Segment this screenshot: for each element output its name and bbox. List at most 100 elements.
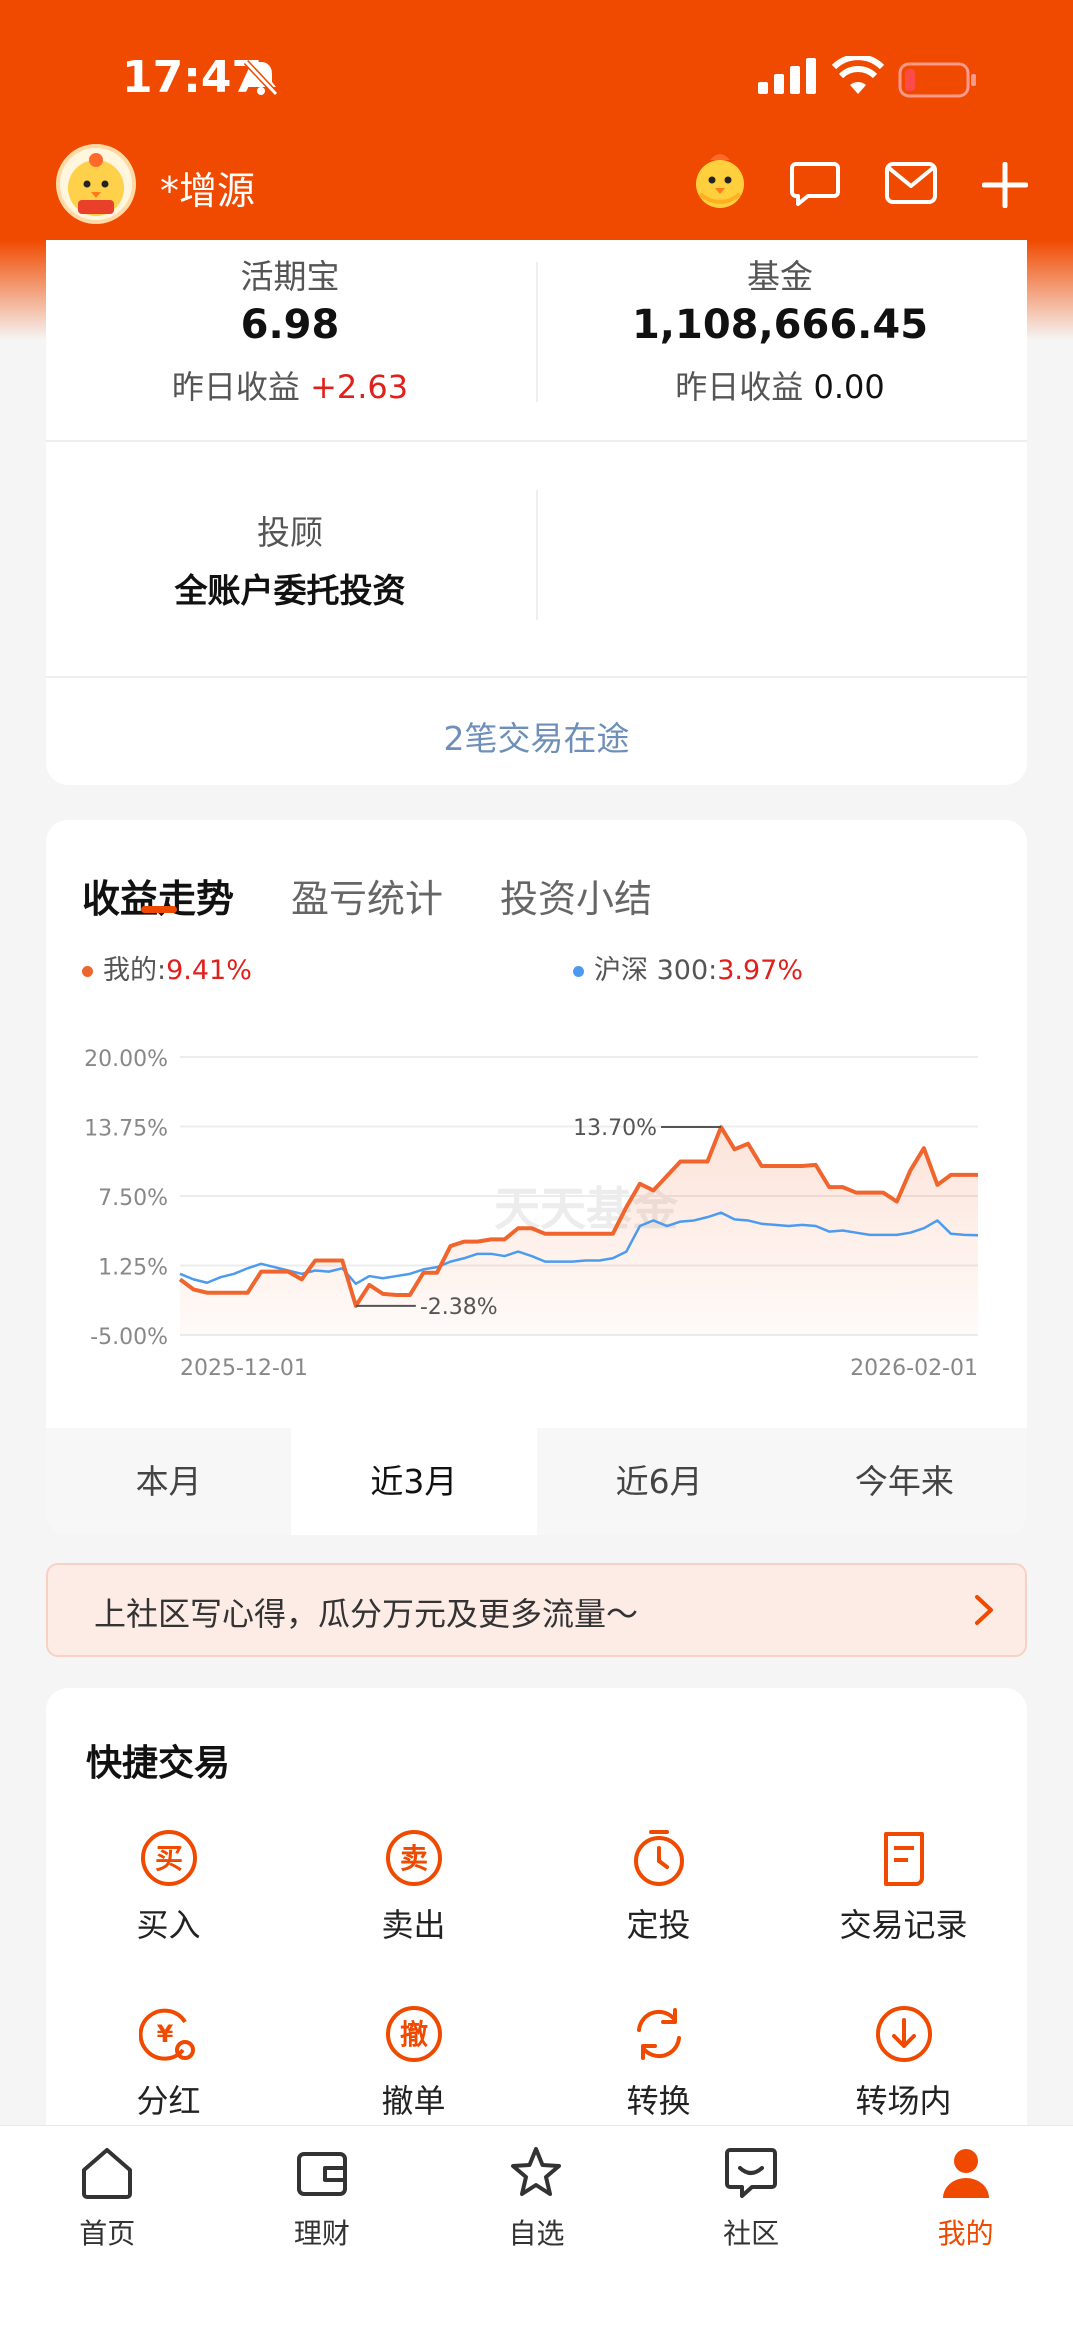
y-tick-label: 7.50%: [98, 1186, 168, 1211]
arrow-down-circle-icon: [875, 2006, 932, 2062]
y-tick-label: 13.75%: [84, 1117, 168, 1142]
range-ytd[interactable]: 今年来: [782, 1428, 1027, 1535]
dividend-glyph: ¥: [156, 2020, 173, 2048]
nav-home[interactable]: 首页: [0, 2126, 215, 2331]
tab-investment-summary[interactable]: 投资小结: [500, 868, 652, 923]
legend-dot: [82, 966, 93, 977]
divider: [536, 490, 538, 620]
profit-trend-chart[interactable]: 天天基金20.00%13.75%7.50%1.25%-5.00%2025-12-…: [46, 1000, 1027, 1428]
advisor-label: 投顾: [257, 513, 323, 552]
legend-mine-value: 9.41%: [166, 955, 252, 986]
battery-icon: [898, 62, 976, 98]
sell-label: 卖出: [381, 1906, 446, 1944]
star-icon: [511, 2147, 562, 2196]
x-tick-label: 2025-12-01: [180, 1356, 308, 1381]
advisor-value[interactable]: 全账户委托投资: [90, 564, 490, 612]
bottom-nav: 首页 理财 自选 社区 我的: [0, 2125, 1073, 2331]
cancel-order-icon: 撤: [385, 2006, 442, 2062]
auto-invest-label: 定投: [626, 1906, 691, 1944]
buy-glyph: 买: [154, 1842, 182, 1875]
tab-profit-loss[interactable]: 盈亏统计: [291, 868, 443, 923]
max-annotation: 13.70%: [573, 1116, 657, 1141]
mail-icon[interactable]: [885, 162, 937, 204]
range-this-month[interactable]: 本月: [46, 1428, 291, 1535]
divider: [46, 676, 1027, 678]
legend-mine-label: 我的:: [103, 955, 167, 986]
chick-mascot-icon: [68, 153, 124, 216]
sell-glyph: 卖: [399, 1842, 427, 1875]
huoqibao-label: 活期宝: [240, 257, 340, 296]
sell-icon: 卖: [385, 1830, 442, 1886]
timer-icon: [633, 1830, 684, 1886]
nav-community-label: 社区: [723, 2217, 780, 2250]
switch-arrows-icon: [636, 2008, 681, 2060]
switch-label: 转换: [626, 2082, 691, 2120]
cancel-order-button[interactable]: 撤 撤单: [291, 2004, 536, 2122]
cancel-order-label: 撤单: [381, 2082, 446, 2120]
x-tick-label: 2026-02-01: [850, 1356, 978, 1381]
range-6-months[interactable]: 近6月: [537, 1428, 782, 1535]
chat-bubble-icon[interactable]: [790, 160, 840, 208]
nav-watchlist-label: 自选: [508, 2217, 565, 2250]
nav-wealth[interactable]: 理财: [215, 2126, 430, 2331]
y-tick-label: 20.00%: [84, 1047, 168, 1072]
y-tick-label: -5.00%: [90, 1325, 168, 1350]
dividend-button[interactable]: ¥ 分红: [46, 2004, 291, 2122]
buy-label: 买入: [136, 1906, 201, 1944]
yesterday-label: 昨日收益: [675, 368, 804, 406]
trade-records-button[interactable]: 交易记录: [781, 1828, 1026, 1946]
quick-trade-title: 快捷交易: [86, 1743, 231, 1784]
nav-home-label: 首页: [79, 2217, 136, 2250]
transfer-in-label: 转场内: [855, 2082, 952, 2120]
transfer-in-button[interactable]: 转场内: [781, 2004, 1026, 2122]
username[interactable]: *增源: [160, 160, 255, 215]
switch-button[interactable]: 转换: [536, 2004, 781, 2122]
plus-icon[interactable]: [982, 162, 1028, 208]
legend-index-label: 沪深 300:: [594, 955, 718, 986]
yesterday-label: 昨日收益: [171, 368, 300, 406]
bell-muted-icon: [243, 59, 279, 97]
tab-profit-trend[interactable]: 收益走势: [82, 868, 234, 923]
auto-invest-button[interactable]: 定投: [536, 1828, 781, 1946]
profit-trend-card: 收益走势 盈亏统计 投资小结 我的:9.41% 沪深 300:3.97% 天天基…: [46, 820, 1027, 1535]
legend-mine: 我的:9.41%: [82, 948, 252, 987]
avatar[interactable]: [56, 144, 136, 224]
fund-yesterday: 昨日收益 0.00: [580, 362, 980, 408]
legend-index-value: 3.97%: [717, 955, 803, 986]
cellular-signal-icon: [758, 58, 816, 94]
transit-trades-link[interactable]: 2笔交易在途: [46, 712, 1027, 760]
tab-underline: [141, 906, 177, 913]
huoqibao-value[interactable]: 6.98: [90, 302, 490, 348]
chevron-right-icon: [975, 1595, 993, 1625]
chat-smile-icon: [725, 2148, 778, 2198]
dividend-icon: ¥: [138, 2008, 195, 2061]
fund-label: 基金: [747, 257, 813, 296]
chick-mascot-icon[interactable]: [690, 146, 750, 212]
trade-records-label: 交易记录: [839, 1906, 968, 1944]
nav-wealth-label: 理财: [293, 2217, 350, 2250]
banner-text: 上社区写心得，瓜分万元及更多流量～: [94, 1595, 639, 1633]
min-annotation: -2.38%: [420, 1295, 498, 1320]
y-tick-label: 1.25%: [98, 1256, 168, 1281]
home-icon: [82, 2148, 133, 2199]
fund-value[interactable]: 1,108,666.45: [580, 302, 980, 348]
sell-button[interactable]: 卖 卖出: [291, 1828, 536, 1946]
yesterday-value: +2.63: [310, 368, 409, 406]
nav-community[interactable]: 社区: [644, 2126, 859, 2331]
range-3-months[interactable]: 近3月: [291, 1428, 537, 1535]
receipt-icon: [883, 1832, 924, 1886]
huoqibao-yesterday: 昨日收益 +2.63: [90, 362, 490, 408]
legend-dot: [573, 966, 584, 977]
dividend-label: 分红: [136, 2082, 201, 2120]
legend-index: 沪深 300:3.97%: [573, 948, 803, 987]
yesterday-value: 0.00: [813, 368, 885, 406]
community-banner[interactable]: 上社区写心得，瓜分万元及更多流量～: [46, 1563, 1027, 1657]
wallet-icon: [296, 2152, 347, 2196]
nav-watchlist[interactable]: 自选: [429, 2126, 644, 2331]
nav-mine-label: 我的: [937, 2217, 994, 2250]
buy-button[interactable]: 买 买入: [46, 1828, 291, 1946]
time-range-selector: 本月 近3月 近6月 今年来: [46, 1428, 1027, 1535]
divider: [536, 262, 538, 402]
account-summary-card: 活期宝 6.98 昨日收益 +2.63 基金 1,108,666.45 昨日收益…: [46, 240, 1027, 785]
nav-mine[interactable]: 我的: [858, 2126, 1073, 2331]
